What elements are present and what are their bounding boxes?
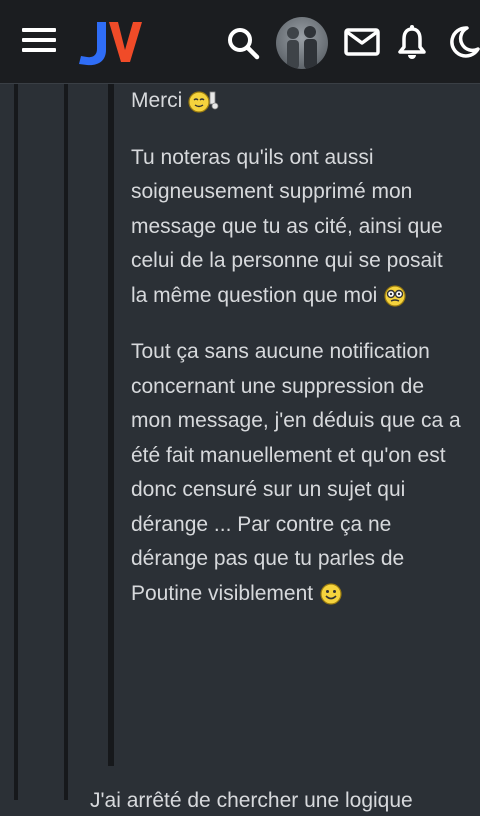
quote-paragraph-3: Tout ça sans aucune notification concern… [131, 335, 461, 611]
message-text: J'ai arrêté de chercher une logique [90, 789, 413, 812]
search-icon[interactable] [226, 26, 260, 60]
avatar[interactable] [276, 17, 328, 69]
avatar-silhouettes-icon [287, 26, 317, 69]
quoted-message: Merci Tu noteras qu'ils ont aussi soigne… [131, 84, 461, 611]
menu-icon[interactable] [22, 28, 56, 54]
top-navigation-bar [0, 0, 480, 84]
quote-paragraph-2: Tu noteras qu'ils ont aussi soigneusemen… [131, 141, 461, 314]
jv-logo[interactable] [75, 16, 143, 68]
moon-icon[interactable] [447, 25, 480, 59]
thread-rail-outer [14, 84, 18, 800]
nerd-smiley-icon [384, 285, 406, 307]
mail-icon[interactable] [344, 28, 380, 56]
thread-rail-middle [64, 84, 68, 800]
quote-text: Tu noteras qu'ils ont aussi soigneusemen… [131, 145, 443, 307]
quote-rail [108, 84, 114, 766]
smile-icon [320, 583, 342, 605]
quote-text: Tout ça sans aucune notification concern… [131, 340, 461, 605]
sleepy-smiley-icon [188, 91, 219, 114]
quote-line-merci: Merci [131, 84, 461, 119]
bell-icon[interactable] [397, 24, 427, 60]
quote-text: Merci [131, 89, 183, 112]
